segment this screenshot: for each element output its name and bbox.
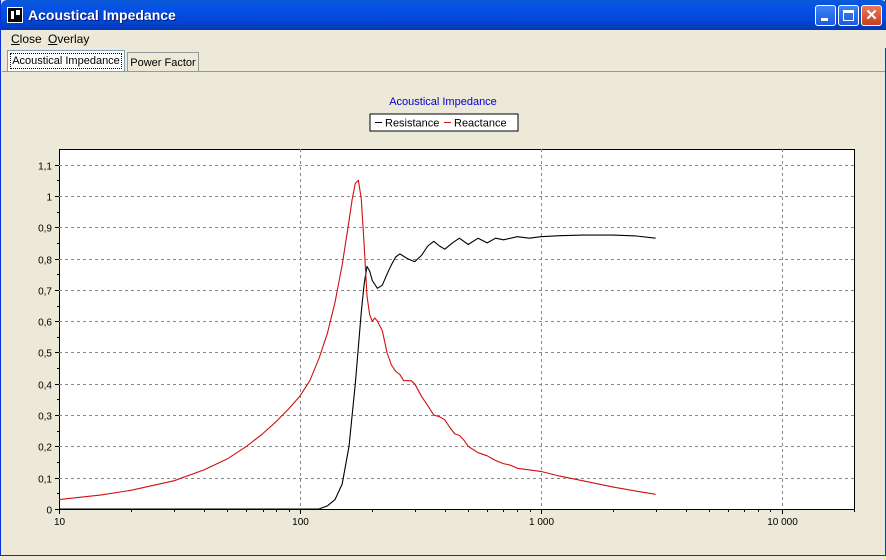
application-window: Acoustical Impedance ✕ Close Overlay Aco…: [0, 0, 886, 556]
legend-label-resistance: Resistance: [385, 118, 439, 130]
y-tick-label: 0,6: [38, 318, 52, 329]
app-icon[interactable]: [7, 7, 23, 23]
menu-bar: Close Overlay: [2, 30, 886, 48]
x-tick-label: 1 000: [529, 517, 554, 528]
chart-title: Acoustical Impedance: [389, 96, 497, 108]
tab-strip: Acoustical Impedance Power Factor: [2, 49, 886, 71]
chart-panel: Acoustical Impedance Resistance Reactanc…: [2, 71, 885, 554]
y-tick-label: 0,1: [38, 475, 52, 486]
legend-label-reactance: Reactance: [454, 118, 507, 130]
menu-overlay[interactable]: Overlay: [48, 32, 89, 46]
x-tick-label: 100: [292, 517, 309, 528]
y-tick-label: 0,2: [38, 443, 52, 454]
plot-area: [59, 149, 855, 510]
x-tick-label: 10 000: [767, 517, 798, 528]
title-bar[interactable]: Acoustical Impedance ✕: [1, 0, 886, 30]
minimize-icon: [821, 18, 828, 21]
tab-acoustical-impedance[interactable]: Acoustical Impedance: [7, 50, 125, 71]
y-tick-label: 0,4: [38, 381, 52, 392]
x-tick-label: 10: [54, 517, 66, 528]
y-tick-label: 0,5: [38, 349, 52, 360]
window-title: Acoustical Impedance: [28, 7, 176, 23]
tab-power-factor[interactable]: Power Factor: [127, 52, 199, 71]
close-window-button[interactable]: ✕: [861, 5, 882, 26]
y-tick-label: 0,9: [38, 224, 52, 235]
maximize-icon: [843, 10, 854, 21]
y-tick-label: 0,7: [38, 287, 52, 298]
impedance-chart: Acoustical Impedance Resistance Reactanc…: [38, 96, 855, 528]
y-tick-label: 1: [46, 193, 52, 204]
chart-legend: Resistance Reactance: [369, 113, 519, 132]
y-tick-label: 0,8: [38, 256, 52, 267]
y-tick-label: 0: [46, 506, 52, 517]
minimize-button[interactable]: [815, 5, 836, 26]
y-tick-label: 1,1: [38, 162, 52, 173]
y-tick-label: 0,3: [38, 412, 52, 423]
close-icon: ✕: [865, 7, 878, 24]
maximize-button[interactable]: [838, 5, 859, 26]
menu-close[interactable]: Close: [11, 32, 42, 46]
